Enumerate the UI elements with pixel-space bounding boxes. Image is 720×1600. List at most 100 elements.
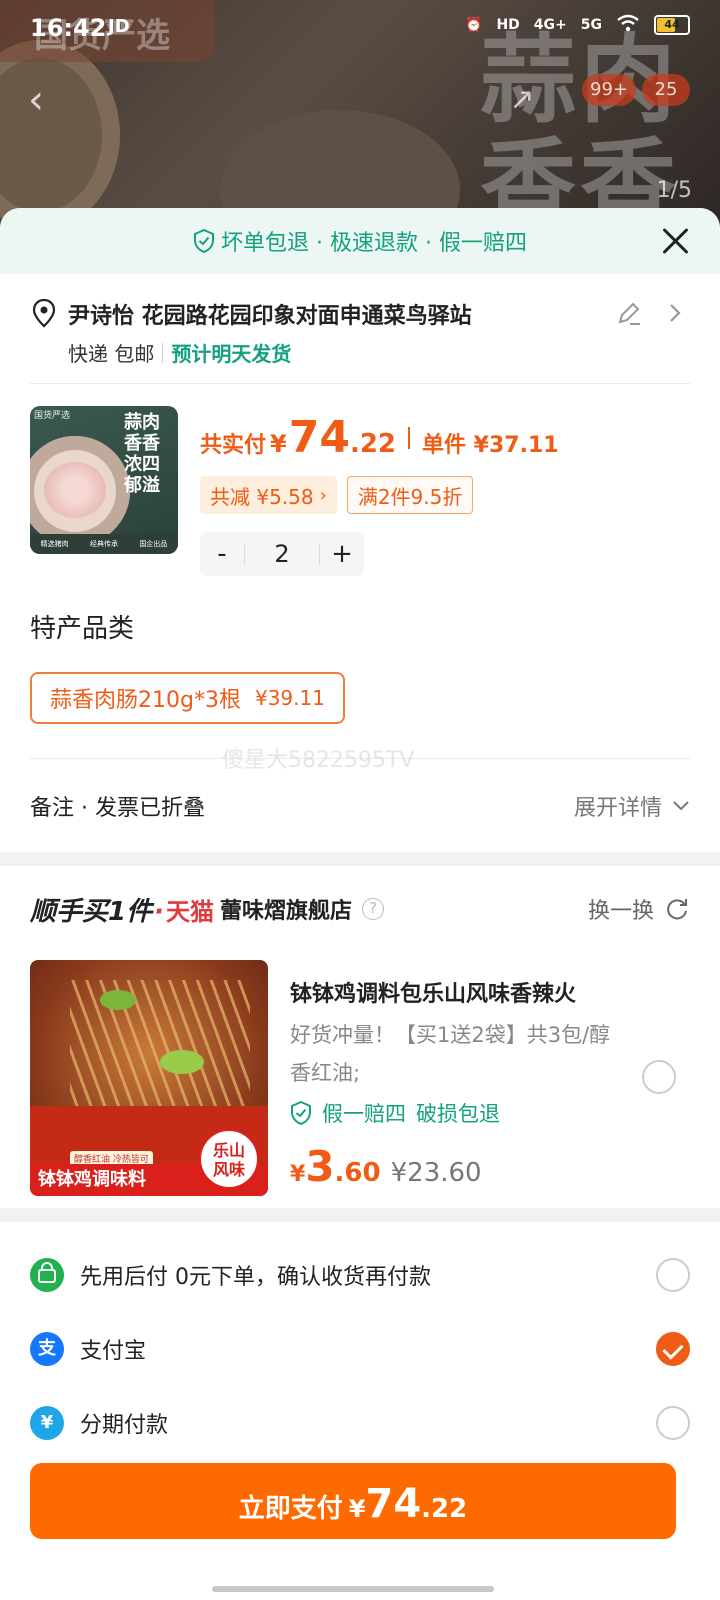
- remarks-row[interactable]: 备注 · 发票已折叠 展开详情: [30, 758, 690, 852]
- pay-option-label: 支付宝: [80, 1339, 147, 1364]
- address-section[interactable]: 尹诗怡 花园路花园印象对面申通菜鸟驿站 快递 包邮 预计明天发货: [30, 274, 690, 384]
- discount-chip[interactable]: 共减 ¥5.58 ›: [200, 476, 337, 514]
- addon-title: 顺手买1件·: [30, 891, 166, 928]
- pay-option-radio-checked[interactable]: [656, 1332, 690, 1366]
- addon-product-desc: 好货冲量！【买1送2袋】共3包/醇香红油;: [290, 1023, 611, 1085]
- hd-icon: HD: [496, 17, 520, 33]
- delivery-info: 快递 包邮 预计明天发货: [68, 338, 291, 367]
- addon-original-price: ¥23.60: [390, 1158, 482, 1188]
- tmall-logo: 天猫: [165, 897, 214, 926]
- total-label: 共实付: [200, 433, 267, 458]
- total-decimal: .22: [349, 429, 397, 459]
- edit-icon[interactable]: [616, 300, 642, 326]
- signal-4g-icon: 4G+: [533, 17, 567, 33]
- product-image-strip: 精选猪肉 经典传承 国企出品: [30, 534, 178, 554]
- background-product-page: 蒜肉 香香 国货严选 ‹ ↗ 99+ 25 1/5 16:42 JD ⏰ HD …: [0, 0, 720, 230]
- divider: [162, 342, 164, 363]
- share-icon[interactable]: ↗: [500, 78, 544, 122]
- addon-price-decimal: .60: [334, 1158, 381, 1188]
- pay-option-radio[interactable]: [656, 1258, 690, 1292]
- variant-price: ¥39.11: [254, 686, 325, 710]
- guarantee-damage: 破损包退: [416, 1102, 500, 1126]
- addon-product-name[interactable]: 钵钵鸡调料包乐山风味香辣火: [290, 976, 576, 1008]
- refresh-icon: [667, 899, 687, 920]
- back-arrow-icon[interactable]: ‹: [28, 80, 68, 120]
- strip-label: 国企出品: [139, 540, 168, 548]
- decrease-button[interactable]: -: [200, 539, 244, 569]
- message-badge[interactable]: 25: [642, 74, 690, 106]
- unit-price: 单件 ¥37.11: [422, 433, 559, 458]
- vegetable-graphic: [160, 1050, 204, 1074]
- guarantee-bar: 坏单包退 · 极速退款 · 假一赔四: [0, 208, 720, 274]
- total-price: 共实付 ¥ 74 .22 单件 ¥37.11: [200, 412, 559, 463]
- pay-amount-decimal: .22: [421, 1494, 468, 1524]
- pay-footer: 立即支付 ¥ 74 .22: [0, 1450, 720, 1600]
- pay-option-label: 分期付款: [80, 1413, 169, 1438]
- pay-option-label: 先用后付 0元下单，确认收货再付款: [80, 1265, 431, 1290]
- ship-time: 预计明天发货: [171, 342, 292, 366]
- swap-button[interactable]: 换一换: [588, 893, 690, 925]
- status-time: 16:42: [30, 14, 107, 42]
- expand-details[interactable]: 展开详情: [574, 790, 690, 822]
- swap-label: 换一换: [587, 899, 654, 924]
- product-image[interactable]: 国货严选 蒜肉 香香 浓四 郁溢 精选猪肉 经典传承 国企出品: [30, 406, 178, 554]
- addon-card: 顺手买1件· 天猫 蕾味熠旗舰店 ? 换一换 醇香红油 冷热皆可 钵钵鸡调味料 …: [0, 866, 720, 1208]
- category-title: 特产品类: [30, 614, 135, 644]
- home-indicator[interactable]: [212, 1586, 494, 1592]
- chevron-right-icon[interactable]: [666, 300, 684, 326]
- pay-option-radio[interactable]: [656, 1406, 690, 1440]
- status-icons: ⏰ HD 4G+ 5G 44: [465, 14, 690, 36]
- pay-amount-integer: 74: [365, 1481, 422, 1527]
- pay-option-later[interactable]: 先用后付 0元下单，确认收货再付款: [30, 1238, 690, 1312]
- guarantee-fake: 假一赔四: [322, 1102, 406, 1126]
- signal-5g-icon: 5G: [580, 17, 602, 33]
- cart-badge[interactable]: 99+: [582, 74, 636, 106]
- addon-header: 顺手买1件· 天猫 蕾味熠旗舰店 ? 换一换: [30, 891, 690, 928]
- status-bar: 16:42 JD ⏰ HD 4G+ 5G 44: [0, 0, 720, 58]
- currency-symbol: ¥: [290, 1162, 306, 1187]
- remarks-label: 备注 · 发票已折叠: [30, 795, 205, 821]
- close-icon[interactable]: [658, 224, 692, 258]
- help-icon[interactable]: ?: [362, 898, 384, 920]
- addon-guarantees: 假一赔四 破损包退: [290, 1098, 500, 1128]
- promo-chip: 满2件9.5折: [346, 476, 474, 514]
- addon-product-image[interactable]: 醇香红油 冷热皆可 钵钵鸡调味料 乐山 风味: [30, 960, 268, 1196]
- addon-select-radio[interactable]: [642, 1060, 676, 1094]
- checkout-sheet: 坏单包退 · 极速退款 · 假一赔四 尹诗怡 花园路花园印象对面申通菜鸟驿站 快…: [0, 208, 720, 1600]
- quantity-value[interactable]: 2: [244, 542, 320, 566]
- delivery-method: 快递 包邮: [68, 342, 155, 366]
- shield-check-icon: [291, 1101, 311, 1125]
- increase-button[interactable]: +: [320, 539, 364, 569]
- pay-now-button[interactable]: 立即支付 ¥ 74 .22: [30, 1463, 676, 1539]
- product-image-logo: 国货严选: [34, 411, 71, 421]
- address-text: 尹诗怡 花园路花园印象对面申通菜鸟驿站: [68, 304, 472, 329]
- strip-label: 精选猪肉: [40, 540, 69, 548]
- coupon-row: 共减 ¥5.58 › 满2件9.5折: [200, 476, 474, 514]
- background-plate-image: [0, 40, 120, 230]
- wifi-icon: [616, 14, 640, 36]
- variant-name: 蒜香肉肠210g*3根: [50, 688, 241, 713]
- divider: [408, 426, 411, 449]
- installment-icon: ¥: [30, 1406, 64, 1440]
- currency-symbol: ¥: [270, 430, 287, 458]
- shield-check-icon: [194, 229, 215, 253]
- total-integer: 74: [288, 412, 350, 463]
- alipay-icon: 支: [30, 1332, 64, 1366]
- expand-label: 展开详情: [573, 795, 662, 821]
- currency-symbol: ¥: [348, 1495, 366, 1523]
- product-image-text: 蒜肉 香香 浓四 郁溢: [124, 412, 160, 496]
- skewers-graphic: [70, 980, 250, 1120]
- pay-option-installment[interactable]: ¥ 分期付款: [30, 1386, 690, 1460]
- shop-name[interactable]: 蕾味熠旗舰店: [220, 893, 352, 925]
- status-carrier-tag: JD: [108, 16, 130, 37]
- separator-dot: ·: [154, 896, 164, 927]
- variant-option-selected[interactable]: 蒜香肉肠210g*3根 ¥39.11: [30, 672, 345, 724]
- product-row: 国货严选 蒜肉 香香 浓四 郁溢 精选猪肉 经典传承 国企出品 共实付 ¥ 74…: [30, 384, 690, 584]
- order-card: 尹诗怡 花园路花园印象对面申通菜鸟驿站 快递 包邮 预计明天发货 国货严选 蒜肉…: [0, 274, 720, 852]
- alarm-icon: ⏰: [465, 17, 483, 33]
- pay-option-alipay[interactable]: 支 支付宝: [30, 1312, 690, 1386]
- wallet-icon: [30, 1258, 64, 1292]
- addon-price-integer: 3: [305, 1142, 335, 1191]
- guarantee-text: 坏单包退 · 极速退款 · 假一赔四: [221, 231, 527, 256]
- battery-icon: 44: [654, 15, 690, 35]
